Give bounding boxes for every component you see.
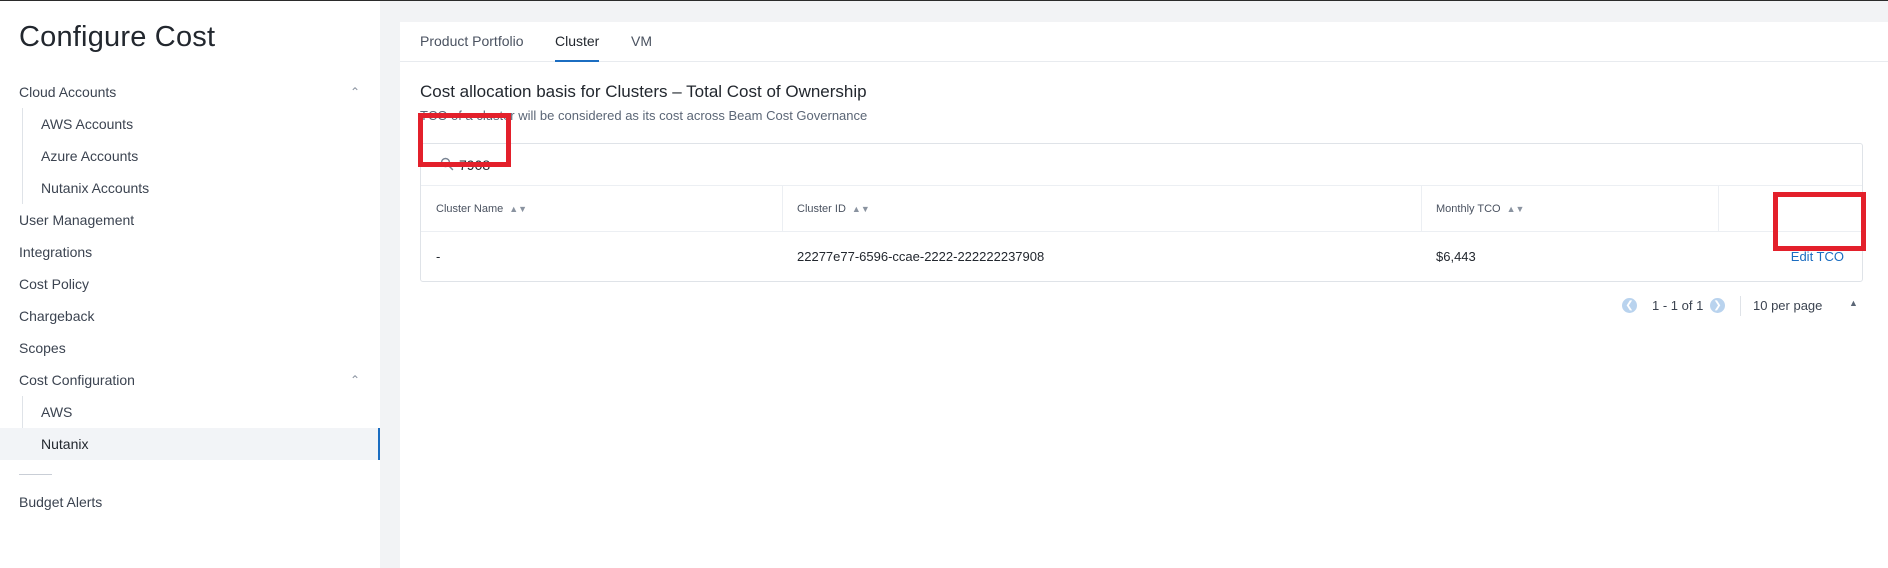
clusters-table: Cluster Name ▲▼ Cluster ID ▲▼ Monthly TCO ▲… [420,143,1863,282]
tab-bar: Product Portfolio Cluster VM [400,22,1888,62]
sidebar-item-label: Cloud Accounts [19,84,117,100]
sort-icon[interactable]: ▲▼ [1507,204,1525,214]
sidebar-item-nutanix-accounts[interactable]: Nutanix Accounts [0,172,380,204]
cell-cluster-name: - [436,249,441,264]
sort-icon[interactable]: ▲▼ [852,204,870,214]
column-header-monthly-tco[interactable]: Monthly TCO ▲▼ [1421,186,1524,232]
sidebar-item-integrations[interactable]: Integrations [0,236,380,268]
sidebar-nav: Cloud Accounts ⌃ AWS Accounts Azure Acco… [0,76,380,518]
cost-configuration-submenu: AWS Nutanix [0,396,380,460]
cloud-accounts-submenu: AWS Accounts Azure Accounts Nutanix Acco… [0,108,380,204]
cell-monthly-tco: $6,443 [1436,249,1476,264]
pagination-range: 1 - 1 of 1 [1652,298,1704,313]
edit-tco-link[interactable]: Edit TCO [1791,232,1844,282]
page-title: Configure Cost [19,21,216,53]
column-header-cluster-name[interactable]: Cluster Name ▲▼ [421,186,527,232]
sidebar-item-label: AWS [41,404,73,420]
sidebar-item-azure-accounts[interactable]: Azure Accounts [0,140,380,172]
sidebar-item-aws[interactable]: AWS [0,396,380,428]
pagination: ❮ 1 - 1 of 1 ❯ 10 per page ▲ [1622,296,1862,316]
sidebar-item-cost-policy[interactable]: Cost Policy [0,268,380,300]
column-header-label: Monthly TCO [1436,203,1501,215]
sort-icon[interactable]: ▲▼ [509,204,527,214]
sidebar-item-label: Integrations [19,244,93,260]
chevron-right-icon[interactable]: ❯ [1710,298,1725,313]
sidebar-item-label: Chargeback [19,308,95,324]
table-row: - 22277e77-6596-ccae-2222-222222237908 $… [421,232,1862,282]
sidebar-item-label: Scopes [19,340,66,356]
column-header-label: Cluster ID [797,203,846,215]
chevron-up-icon[interactable]: ⌃ [350,76,360,108]
sidebar-item-cost-configuration[interactable]: Cost Configuration ⌃ [0,364,380,396]
chevron-up-icon[interactable]: ⌃ [350,364,360,396]
sidebar-item-chargeback[interactable]: Chargeback [0,300,380,332]
tab-cluster[interactable]: Cluster [555,22,600,62]
sidebar-item-label: Azure Accounts [41,148,139,164]
select-caret-icon[interactable]: ▲ [1849,298,1858,308]
section-heading: Cost allocation basis for Clusters – Tot… [420,82,867,101]
sidebar-item-scopes[interactable]: Scopes [0,332,380,364]
search-input[interactable] [459,154,759,176]
sidebar-item-cloud-accounts[interactable]: Cloud Accounts ⌃ [0,76,380,108]
sidebar: Configure Cost Cloud Accounts ⌃ AWS Acco… [0,1,380,568]
sidebar-item-label: Budget Alerts [19,494,103,510]
sidebar-item-user-management[interactable]: User Management [0,204,380,236]
sidebar-item-label: Nutanix [41,436,89,452]
sidebar-item-aws-accounts[interactable]: AWS Accounts [0,108,380,140]
sidebar-item-nutanix[interactable]: Nutanix [0,428,380,460]
main-panel: Product Portfolio Cluster VM Cost alloca… [400,22,1888,568]
pagination-divider [1740,296,1741,316]
sidebar-item-label: Cost Policy [19,276,90,292]
sidebar-item-label: AWS Accounts [41,116,134,132]
sidebar-divider [19,474,52,475]
tab-product-portfolio[interactable]: Product Portfolio [420,22,524,62]
per-page-select[interactable]: 10 per page [1753,298,1822,313]
search-icon [440,157,454,171]
tab-vm[interactable]: VM [631,22,652,62]
search-bar [421,144,1862,186]
sidebar-item-budget-alerts[interactable]: Budget Alerts [0,486,380,518]
column-header-cluster-id[interactable]: Cluster ID ▲▼ [782,186,870,232]
table-header: Cluster Name ▲▼ Cluster ID ▲▼ Monthly TCO ▲… [421,186,1862,232]
sidebar-item-label: User Management [19,212,135,228]
cell-cluster-id: 22277e77-6596-ccae-2222-222222237908 [797,249,1045,264]
sidebar-item-label: Nutanix Accounts [41,180,150,196]
sidebar-item-label: Cost Configuration [19,372,135,388]
chevron-left-icon[interactable]: ❮ [1622,298,1637,313]
section-subheading: TCO of a cluster will be considered as i… [420,108,868,123]
column-divider [1718,186,1719,232]
column-header-label: Cluster Name [436,203,504,215]
